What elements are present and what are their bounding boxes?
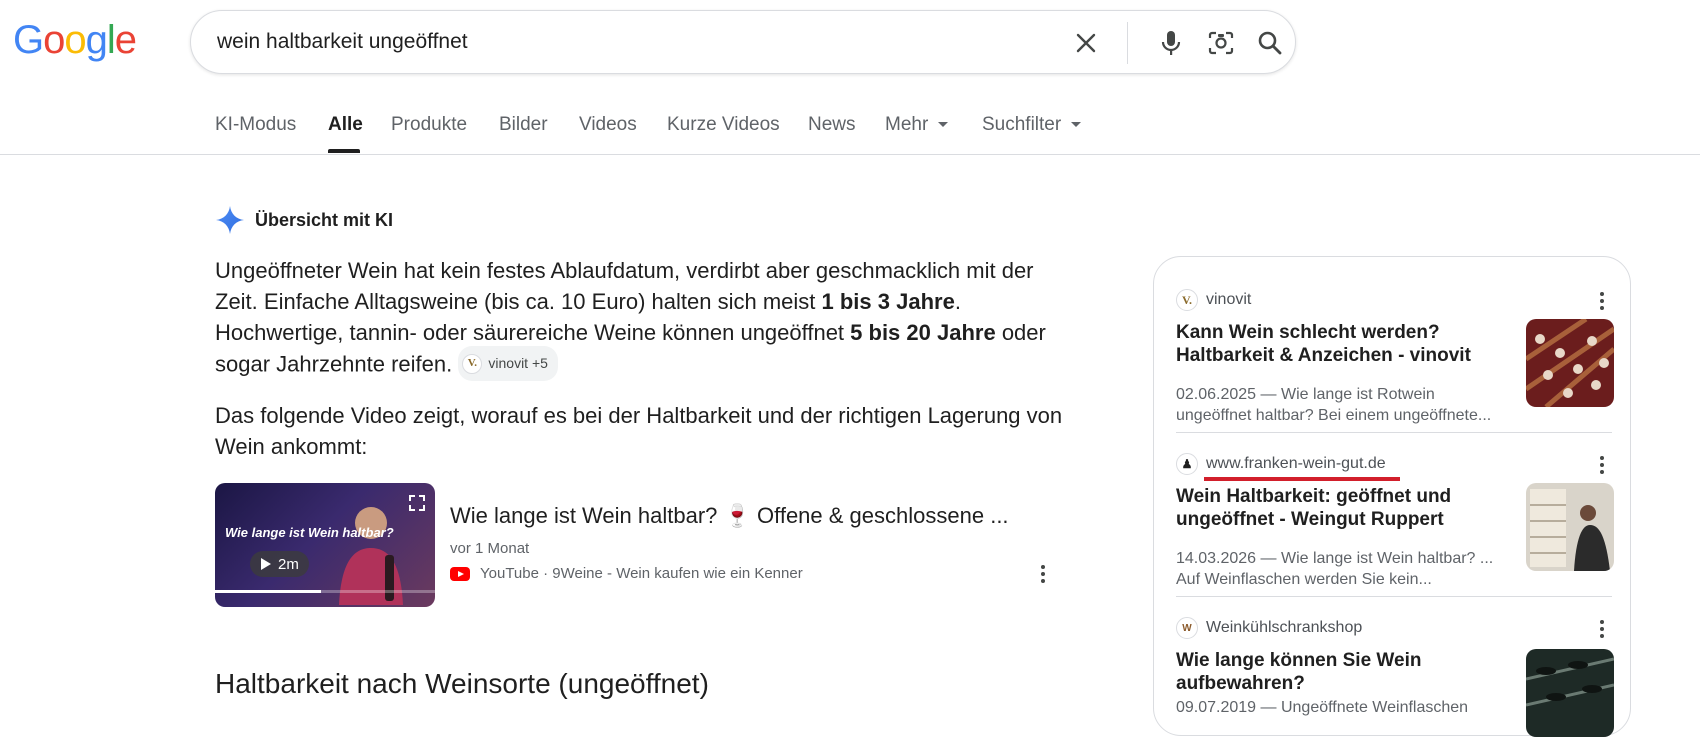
tab-bilder[interactable]: Bilder xyxy=(499,114,548,136)
sources-panel: V. vinovit Kann Wein schlecht werden? Ha… xyxy=(1153,256,1631,737)
tab-label: Videos xyxy=(579,114,637,135)
source-site-name: vinovit xyxy=(1206,291,1252,308)
source-site-name: www.franken-wein-gut.de xyxy=(1206,455,1386,472)
source-more-options-icon[interactable] xyxy=(1592,455,1612,475)
source-site: W Weinkühlschrankshop xyxy=(1176,617,1362,639)
ai-text-bold: 1 bis 3 Jahre xyxy=(821,289,955,314)
chevron-down-icon xyxy=(1071,122,1082,128)
vinovit-favicon-icon: V. xyxy=(1176,289,1198,311)
red-underline-annotation xyxy=(1204,477,1400,481)
expand-icon[interactable] xyxy=(409,495,425,511)
logo-letter: e xyxy=(114,18,137,62)
source-chip[interactable]: V. vinovit +5 xyxy=(458,346,558,381)
source-card[interactable]: V. vinovit Kann Wein schlecht werden? Ha… xyxy=(1176,289,1614,424)
tab-label: KI-Modus xyxy=(215,114,297,135)
weinkuehlschrank-favicon-icon: W xyxy=(1176,617,1198,639)
youtube-icon xyxy=(450,566,470,581)
tab-label: Bilder xyxy=(499,114,548,135)
tab-label: Alle xyxy=(328,114,363,135)
search-tabs: KI-Modus Alle Produkte Bilder Videos Kur… xyxy=(0,100,1700,155)
wine-fridge-thumbnail[interactable] xyxy=(1526,649,1614,737)
source-title-link[interactable]: Wie lange können Sie Wein aufbewahren? xyxy=(1176,649,1496,695)
tab-label: Mehr xyxy=(885,114,929,135)
search-box xyxy=(190,10,1296,74)
google-logo[interactable]: Google xyxy=(13,16,137,64)
video-duration: 2m xyxy=(278,555,299,573)
play-icon xyxy=(261,558,271,570)
tab-ki-modus[interactable]: KI-Modus xyxy=(215,114,296,136)
source-site: V. vinovit xyxy=(1176,289,1251,311)
franken-wein-favicon-icon: ♟ xyxy=(1176,453,1198,475)
thumbnail-caption: Wie lange ist Wein haltbar? xyxy=(225,525,394,540)
video-title-link[interactable]: Wie lange ist Wein haltbar? 🍷 Offene & g… xyxy=(450,503,1009,529)
source-title-link[interactable]: Kann Wein schlecht werden? Haltbarkeit &… xyxy=(1176,321,1496,367)
tab-videos[interactable]: Videos xyxy=(579,114,637,136)
source-snippet: 02.06.2025 — Wie lange ist Rotwein ungeö… xyxy=(1176,386,1492,424)
tab-kurze-videos[interactable]: Kurze Videos xyxy=(667,114,780,136)
source-more-options-icon[interactable] xyxy=(1592,619,1612,639)
search-input[interactable] xyxy=(217,11,1017,73)
tab-suchfilter[interactable]: Suchfilter xyxy=(982,114,1082,136)
logo-letter: l xyxy=(106,18,116,62)
tab-label: Suchfilter xyxy=(982,114,1062,135)
search-icon[interactable] xyxy=(1255,28,1285,58)
logo-letter: G xyxy=(13,18,44,62)
logo-letter: o xyxy=(43,18,65,62)
ai-overview-title: Übersicht mit KI xyxy=(255,209,394,230)
video-age: vor 1 Monat xyxy=(450,540,530,557)
source-title-link[interactable]: Wein Haltbarkeit: geöffnet und ungeöffne… xyxy=(1176,485,1496,531)
chip-label: vinovit +5 xyxy=(488,355,548,371)
search-divider xyxy=(1127,22,1128,64)
clear-icon[interactable] xyxy=(1071,28,1101,58)
wine-rack-thumbnail[interactable] xyxy=(1526,319,1614,407)
chevron-down-icon xyxy=(938,122,949,128)
wine-cellar-image xyxy=(1526,483,1614,571)
source-snippet: 14.03.2026 — Wie lange ist Wein haltbar?… xyxy=(1176,550,1494,588)
video-duration-badge: 2m xyxy=(250,551,309,577)
microphone-icon[interactable] xyxy=(1156,28,1186,58)
ai-text-bold: 5 bis 20 Jahre xyxy=(850,320,996,345)
tab-alle[interactable]: Alle xyxy=(328,114,363,136)
tab-label: News xyxy=(808,114,856,135)
video-more-options-icon[interactable] xyxy=(1033,564,1053,584)
gemini-sparkle-icon xyxy=(216,206,244,234)
wine-fridge-image xyxy=(1526,649,1614,737)
logo-letter: o xyxy=(64,18,86,62)
vinovit-logo-icon: V. xyxy=(462,353,483,374)
video-source: YouTube · 9Weine - Wein kaufen wie ein K… xyxy=(450,565,803,582)
tab-mehr[interactable]: Mehr xyxy=(885,114,949,136)
tab-label: Kurze Videos xyxy=(667,114,780,135)
tab-produkte[interactable]: Produkte xyxy=(391,114,467,136)
logo-letter: g xyxy=(85,18,108,62)
ai-overview-paragraph: Ungeöffneter Wein hat kein festes Ablauf… xyxy=(215,255,1075,383)
video-progress-fill xyxy=(215,590,321,593)
divider xyxy=(1176,596,1612,597)
camera-lens-icon[interactable] xyxy=(1206,28,1236,58)
source-site-name: Weinkühlschrankshop xyxy=(1206,619,1363,636)
section-heading: Haltbarkeit nach Weinsorte (ungeöffnet) xyxy=(215,668,709,699)
ai-overview-video-intro: Das folgende Video zeigt, worauf es bei … xyxy=(215,403,1063,459)
source-card[interactable]: ♟ www.franken-wein-gut.de Wein Haltbarke… xyxy=(1176,453,1614,588)
source-more-options-icon[interactable] xyxy=(1592,291,1612,311)
ai-overview-header: Übersicht mit KI xyxy=(215,205,393,235)
tab-news[interactable]: News xyxy=(808,114,856,136)
divider xyxy=(1176,432,1612,433)
wine-cellar-thumbnail[interactable] xyxy=(1526,483,1614,571)
source-card[interactable]: W Weinkühlschrankshop Wie lange können S… xyxy=(1176,617,1614,749)
tab-label: Produkte xyxy=(391,114,468,135)
presenter-image xyxy=(339,507,403,605)
video-thumbnail[interactable]: Wie lange ist Wein haltbar? 2m xyxy=(215,483,435,607)
video-source-label: YouTube · 9Weine - Wein kaufen wie ein K… xyxy=(480,565,803,582)
wine-rack-image xyxy=(1526,319,1614,407)
active-tab-indicator xyxy=(328,149,360,153)
source-site: ♟ www.franken-wein-gut.de xyxy=(1176,453,1386,475)
